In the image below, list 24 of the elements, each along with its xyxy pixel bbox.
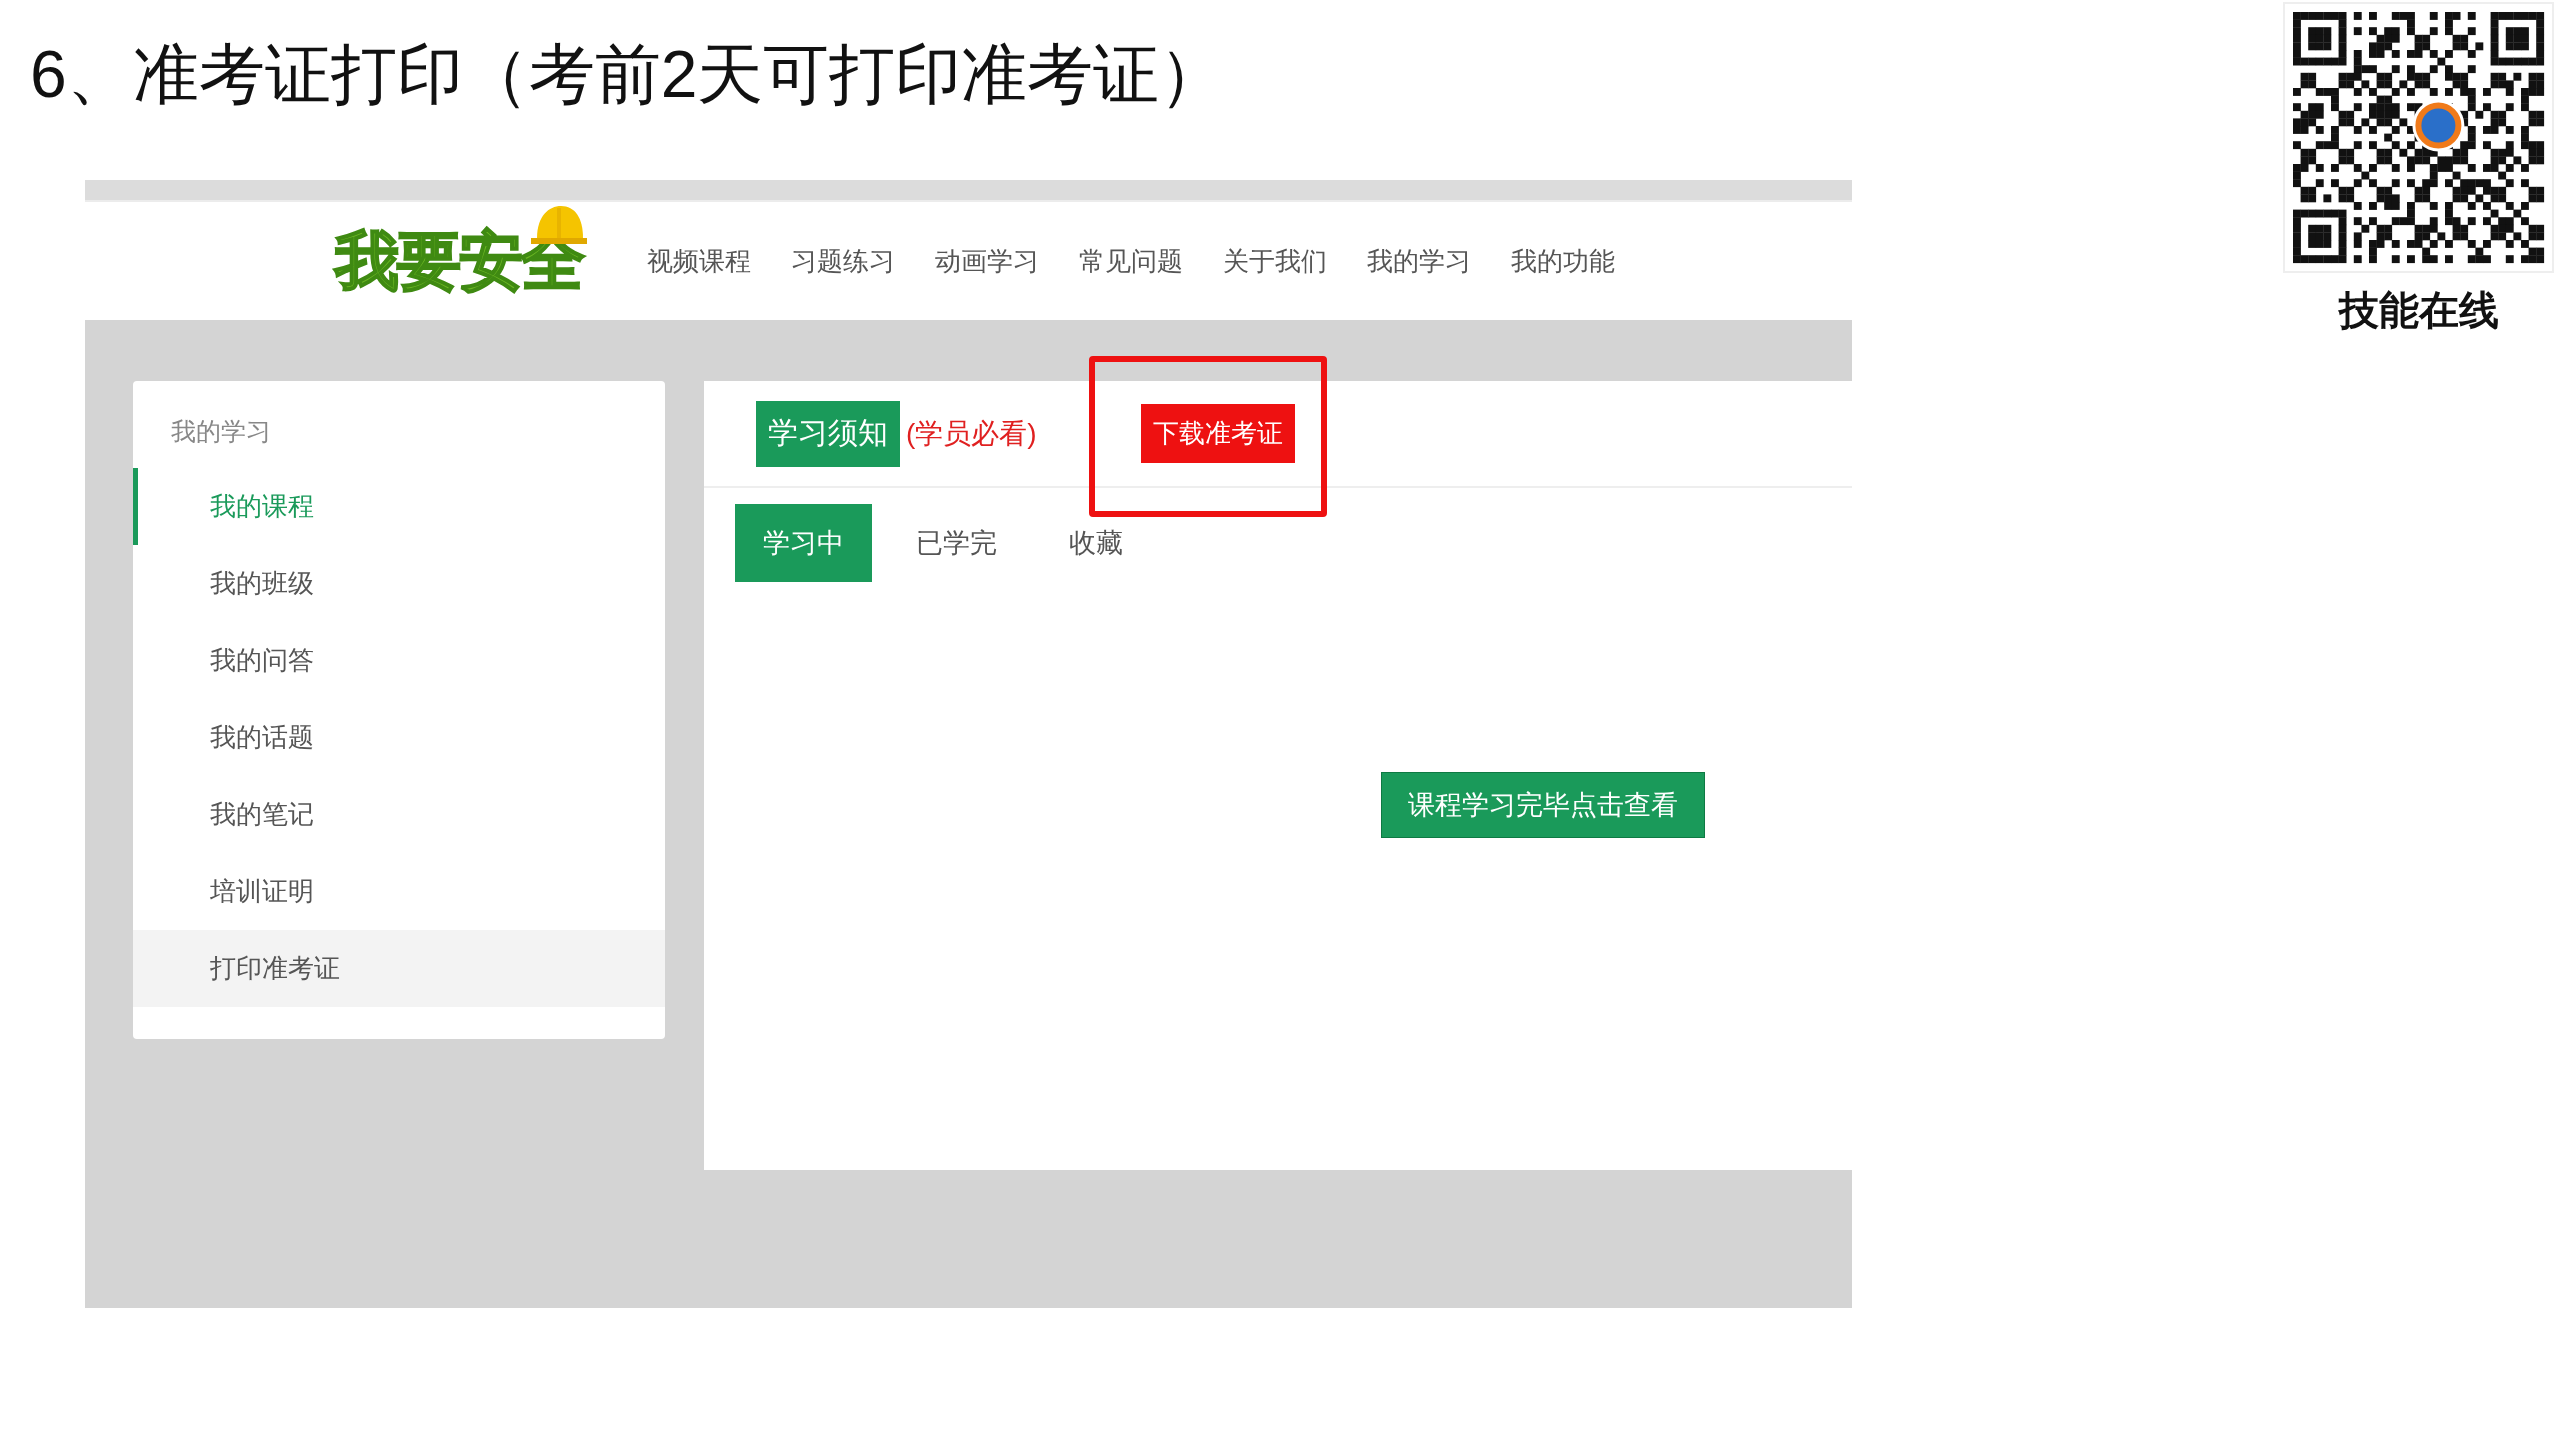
sidebar-item[interactable]: 我的问答 (133, 622, 665, 699)
tab[interactable]: 收藏 (1041, 504, 1151, 582)
tab[interactable]: 学习中 (735, 504, 872, 582)
nav-link[interactable]: 视频课程 (647, 243, 751, 279)
notice-button[interactable]: 学习须知 (756, 400, 900, 467)
sidebar-item[interactable]: 培训证明 (133, 853, 665, 930)
sidebar-item[interactable]: 我的课程 (133, 468, 665, 545)
sidebar-heading: 我的学习 (170, 416, 271, 447)
qr-caption: 技能在线 (2338, 286, 2499, 334)
nav-link[interactable]: 我的功能 (1511, 243, 1615, 279)
sidebar-item[interactable]: 打印准考证 (133, 930, 665, 1007)
nav-link[interactable]: 我的学习 (1367, 243, 1471, 279)
nav-link[interactable]: 常见问题 (1079, 243, 1183, 279)
tab[interactable]: 已学完 (888, 504, 1025, 582)
notice-note: (学员必看) (906, 416, 1037, 451)
nav-link[interactable]: 习题练习 (791, 243, 895, 279)
slide-title: 6、准考证打印（考前2天可打印准考证） (30, 36, 1226, 113)
sidebar-item[interactable]: 我的话题 (133, 699, 665, 776)
nav-link[interactable]: 动画学习 (935, 243, 1039, 279)
sidebar-item[interactable]: 我的班级 (133, 545, 665, 622)
view-completed-button[interactable]: 课程学习完毕点击查看 (1381, 772, 1705, 838)
nav-link[interactable]: 关于我们 (1223, 243, 1327, 279)
download-ticket-button[interactable]: 下载准考证 (1140, 404, 1295, 463)
sidebar-item[interactable]: 我的笔记 (133, 776, 665, 853)
